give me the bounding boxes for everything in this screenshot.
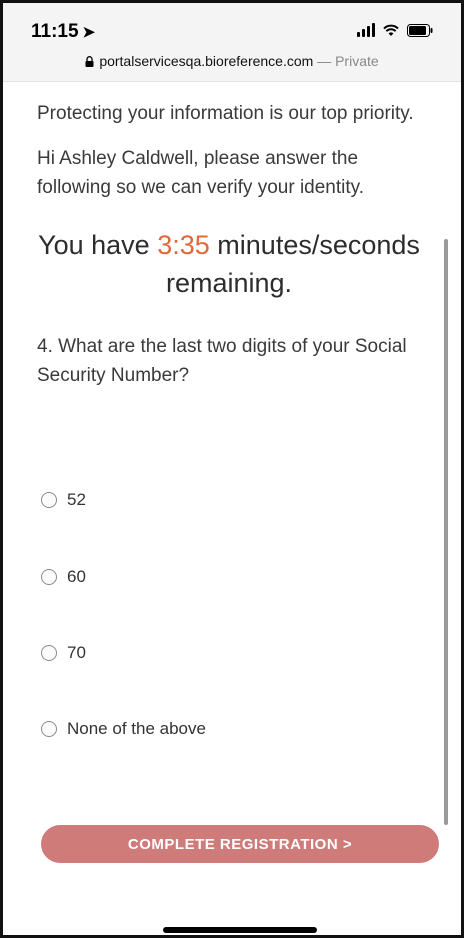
verification-content: Protecting your information is our top p…: [37, 99, 421, 390]
radio-button[interactable]: [41, 492, 57, 508]
option-60[interactable]: 60: [41, 567, 86, 587]
question-text: 4. What are the last two digits of your …: [37, 336, 407, 386]
option-52[interactable]: 52: [41, 490, 86, 510]
address-bar[interactable]: portalservicesqa.bioreference.com — Priv…: [3, 53, 461, 70]
countdown-timer: You have 3:35 minutes/seconds remaining.: [37, 226, 421, 302]
battery-icon: [407, 23, 433, 37]
lock-icon: [85, 54, 94, 70]
wifi-icon: [382, 23, 400, 37]
status-time: 11:15 ➤: [31, 21, 95, 43]
option-70[interactable]: 70: [41, 643, 86, 663]
radio-button[interactable]: [41, 569, 57, 585]
scrollbar[interactable]: [444, 239, 448, 825]
radio-button[interactable]: [41, 721, 57, 737]
home-indicator[interactable]: [163, 927, 317, 933]
radio-button[interactable]: [41, 645, 57, 661]
complete-registration-button[interactable]: COMPLETE REGISTRATION >: [41, 825, 439, 863]
greeting-text: Hi Ashley Caldwell, please answer the fo…: [37, 148, 365, 198]
intro-text: Protecting your information is our top p…: [37, 103, 414, 124]
timer-prefix: You have: [38, 230, 150, 260]
status-time-text: 11:15: [31, 21, 79, 42]
private-label: — Private: [317, 53, 379, 69]
signal-icon: [357, 23, 375, 37]
url-domain: portalservicesqa.bioreference.com: [99, 53, 314, 69]
option-none-of-the-above[interactable]: None of the above: [41, 719, 206, 739]
option-label: 52: [67, 490, 86, 509]
option-label: 70: [67, 643, 86, 662]
browser-top-bar: 11:15 ➤ portalservicesqa.bioreference.co…: [3, 3, 461, 82]
timer-value: 3:35: [157, 230, 210, 260]
phone-screen: 11:15 ➤ portalservicesqa.bioreference.co…: [0, 0, 464, 938]
status-icons: [357, 23, 433, 37]
location-arrow-icon: ➤: [82, 24, 96, 41]
option-label: None of the above: [67, 719, 206, 738]
option-label: 60: [67, 567, 86, 586]
